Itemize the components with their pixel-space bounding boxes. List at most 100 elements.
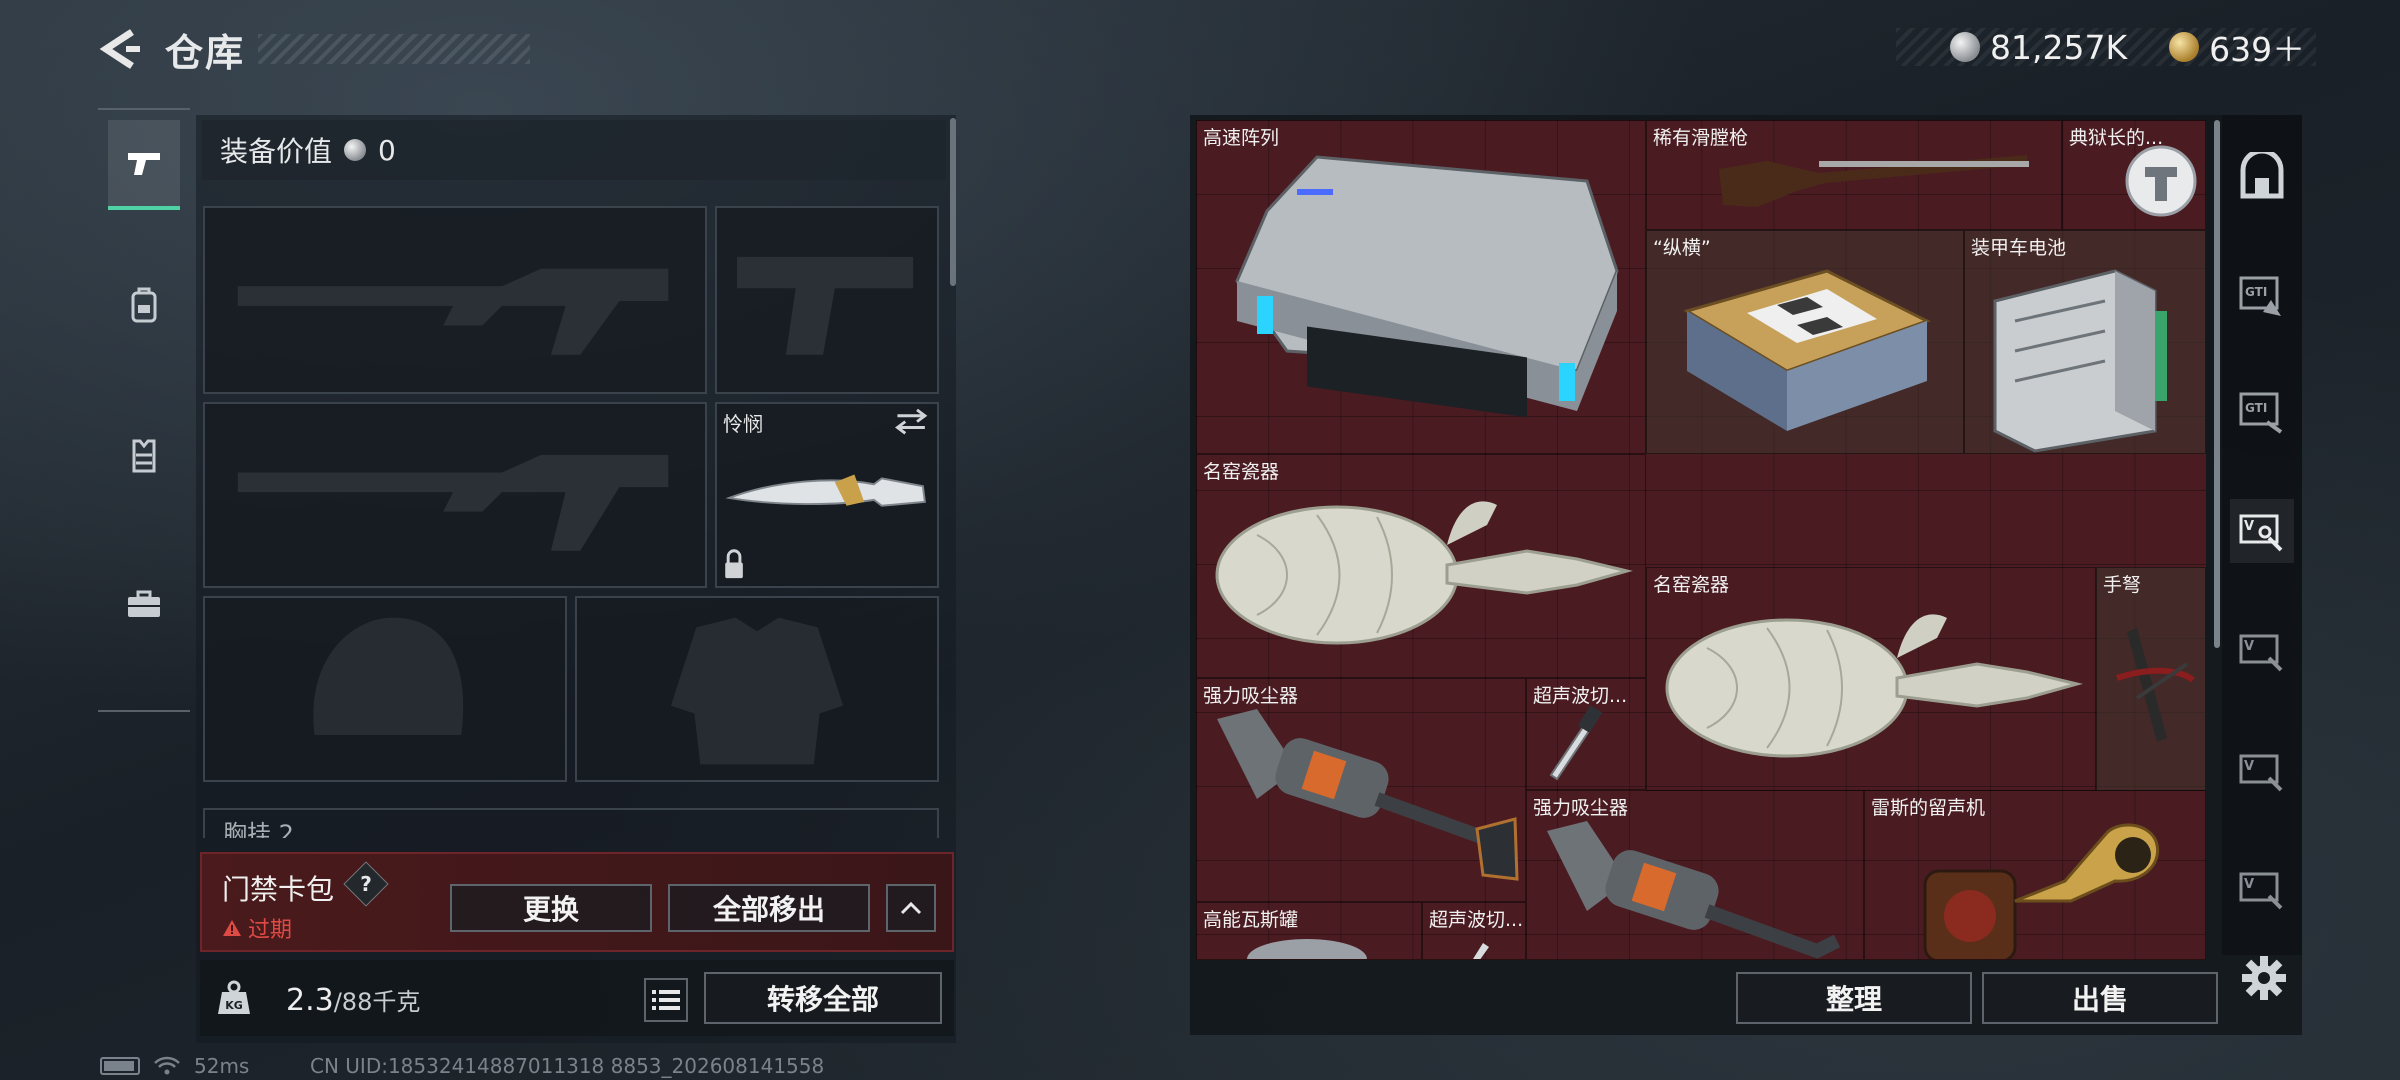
nav-v-card-active[interactable]: V [2230,499,2294,563]
armor-slot[interactable] [575,596,939,782]
v-card-icon: V [2239,872,2283,910]
sort-button[interactable]: 整理 [1736,972,1972,1024]
page-title: 仓库 [165,31,246,75]
vacuum-cleaner-icon [1547,821,1841,959]
access-card-pack: 门禁卡包 ? 过期 更换 全部移出 [200,852,954,952]
gas-tank-icon [1247,939,1367,959]
stash-item[interactable]: 超声波切... [1422,902,1526,960]
chest-rig-slot[interactable]: 胸挂 2 [203,808,939,838]
title-decoration [258,34,530,64]
ultrasonic-cutter-icon [1549,705,1603,781]
melee-slot[interactable]: 怜悯 [715,402,939,588]
list-icon [652,990,680,1010]
svg-text:GTI: GTI [2245,285,2267,299]
nav-briefcase[interactable] [108,560,180,650]
v-card-icon: V [2239,754,2283,792]
weight-icon-text: KG [225,999,243,1012]
armor-silhouette-icon [670,617,844,765]
wifi-icon [154,1056,180,1075]
gramophone-icon [1923,823,2160,959]
nav-vest[interactable] [108,410,180,500]
equipment-value: 0 [378,133,396,167]
backpack-icon [131,287,157,323]
stash-item[interactable]: 典狱长的... [2062,120,2206,230]
list-view-button[interactable] [644,978,688,1022]
nav-safe-box[interactable] [2230,145,2294,209]
gti-card-icon: GTI [2239,276,2281,316]
porcelain-vase-icon [1215,501,1633,645]
help-button[interactable]: ? [343,861,389,907]
stash-item[interactable]: “纵横” [1646,230,1964,454]
equipment-scrollbar[interactable] [950,118,956,286]
weight-readout: 2.3/88千克 [286,982,420,1018]
back-button[interactable] [96,24,146,74]
stash-category-nav: GTI GTI V V V V [2222,115,2302,955]
stash-item[interactable]: 高能瓦斯罐 [1196,902,1422,960]
transfer-all-button[interactable]: 转移全部 [704,972,942,1024]
svg-text:V: V [2244,639,2254,654]
card-pack-title: 门禁卡包 [222,873,335,906]
stash-item[interactable]: 强力吸尘器 [1526,790,1864,960]
silver-coin-icon [1950,32,1980,62]
expired-text: 过期 [248,918,293,943]
nav-gti-card-alt[interactable]: GTI [2230,381,2294,445]
expired-status: 过期 [222,912,292,944]
stash-item[interactable]: 装甲车电池 [1964,230,2206,454]
v-card-icon: V [2239,634,2283,672]
vest-icon [132,439,156,473]
nav-backpack[interactable] [108,260,180,350]
stash-item[interactable]: 名窑瓷器 [1196,454,1646,678]
remove-all-button[interactable]: 全部移出 [668,884,870,932]
pistol-silhouette-icon [736,256,914,355]
stash-scrollbar[interactable] [2214,120,2220,648]
uid-text: CN UID:18532414887011318 8853_2026081415… [310,1054,825,1078]
nav-v-card[interactable]: V [2230,739,2294,803]
device-status: 52ms [100,1054,249,1078]
rifle-silhouette-icon [237,454,669,551]
briefcase-icon [128,590,160,617]
stash-item[interactable]: 强力吸尘器 [1196,678,1526,902]
help-icon: ? [360,872,372,896]
warden-badge-icon [2125,145,2197,217]
knife-icon [725,408,928,579]
gold-coin-icon[interactable] [2169,32,2200,62]
gear-icon [2242,956,2286,1000]
stash-item[interactable]: 名窑瓷器 [1646,567,2096,791]
rifle-silhouette-icon [237,268,669,355]
sidearm-slot[interactable] [715,206,939,394]
stash-grid: 高速阵列 稀有滑膛枪 典狱长的... “纵横” 装甲车电池 名窑瓷器 名窑瓷器 … [1196,120,2206,960]
stash-item[interactable]: 雷斯的留声机 [1864,790,2206,960]
silver-coin-icon [344,139,367,161]
chevron-left-icon [99,29,140,69]
stash-item[interactable]: 稀有滑膛枪 [1646,120,2062,230]
vacuum-cleaner-icon [1217,709,1519,881]
chevron-up-icon [900,901,922,915]
stash-item[interactable]: 高速阵列 [1196,120,1646,454]
gold-balance[interactable]: 639＋ [2209,23,2305,71]
weight-capacity: /88千克 [333,988,421,1016]
pistol-icon [128,153,160,175]
chest-rig-label: 胸挂 2 [223,820,294,838]
nav-gti-card[interactable]: GTI [2230,265,2294,329]
nav-v-card[interactable]: V [2230,619,2294,683]
expand-button[interactable] [886,884,936,932]
helmet-silhouette-icon [313,617,464,735]
battery-icon [100,1057,140,1075]
loadout-nav [98,108,190,712]
primary-weapon-slot[interactable] [203,206,707,394]
settings-button[interactable] [2240,954,2288,1002]
weight-icon: KG [218,980,250,1014]
battery-pack-icon [1993,269,2167,453]
chessboard-icon [1683,269,1931,431]
v-card-icon: V [2239,514,2283,552]
sell-button[interactable]: 出售 [1982,972,2218,1024]
stash-item[interactable]: 手弩 [2096,567,2206,791]
stash-item[interactable]: 超声波切... [1526,678,1646,790]
helmet-slot[interactable] [203,596,567,782]
secondary-weapon-slot[interactable] [203,402,707,588]
nav-weapons[interactable] [108,120,180,210]
equipment-value-label: 装备价值 [220,135,333,168]
replace-button[interactable]: 更换 [450,884,652,932]
warning-icon [223,920,241,936]
nav-v-card[interactable]: V [2230,857,2294,921]
